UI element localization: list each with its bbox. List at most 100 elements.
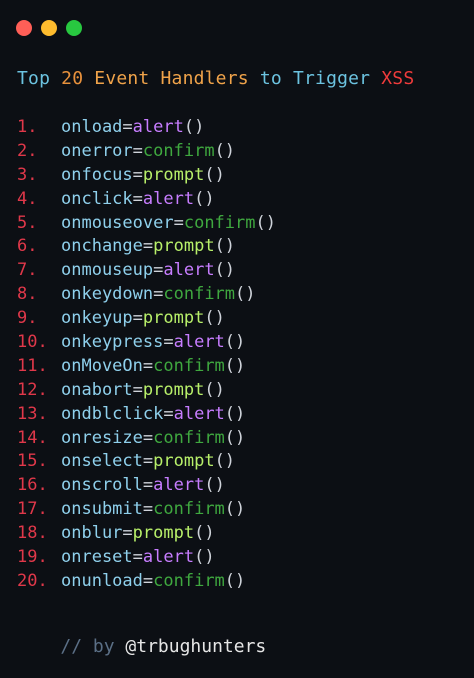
list-item: 9. onkeyup = prompt() — [17, 307, 276, 331]
parentheses: () — [183, 117, 205, 137]
equals-sign: = — [132, 308, 143, 329]
list-item: 8. onkeydown = confirm() — [17, 283, 276, 307]
equals-sign: = — [142, 355, 154, 376]
parentheses: () — [214, 140, 236, 161]
event-handler: onscroll — [61, 475, 143, 496]
function-name: confirm — [163, 284, 236, 305]
list-item: 18. onblur = prompt() — [17, 522, 276, 546]
function-name: prompt — [132, 523, 195, 544]
item-number: 2. — [17, 140, 38, 161]
list-item: 5. onmouseover = confirm() — [17, 212, 276, 236]
parentheses: () — [214, 236, 236, 257]
item-number: 19. — [17, 547, 48, 568]
item-number: 5. — [17, 212, 38, 233]
list-item: 6. onchange = prompt() — [17, 235, 276, 259]
list-item: 12. onabort = prompt() — [17, 379, 276, 403]
item-number: 8. — [17, 284, 38, 305]
event-handler: onfocus — [61, 164, 133, 185]
item-number: 18. — [17, 523, 48, 544]
event-handler: onunload — [61, 570, 143, 591]
item-number: 20. — [17, 570, 48, 591]
item-number: 4. — [17, 188, 38, 209]
equals-sign: = — [132, 140, 143, 161]
list-item: 15. onselect = prompt() — [17, 450, 276, 474]
event-handler: onload — [61, 117, 123, 137]
close-button[interactable] — [16, 20, 32, 36]
function-name: prompt — [142, 379, 205, 400]
item-number: 7. — [17, 260, 38, 281]
event-handler: onselect — [61, 451, 143, 472]
event-handler: onerror — [61, 140, 133, 161]
parentheses: () — [204, 308, 225, 329]
parentheses: () — [204, 379, 225, 400]
function-name: prompt — [153, 236, 215, 257]
equals-sign: = — [132, 379, 143, 400]
function-name: confirm — [153, 427, 225, 448]
event-handler: onblur — [61, 523, 123, 544]
footer-credit: // by @trbughunters — [17, 615, 266, 678]
minimize-button[interactable] — [41, 20, 57, 36]
function-name: confirm — [153, 355, 225, 376]
parentheses: () — [224, 403, 246, 424]
title-part: XSS — [381, 68, 415, 89]
parentheses: () — [194, 523, 215, 544]
parentheses: () — [214, 260, 236, 281]
function-name: prompt — [142, 308, 205, 329]
event-handler: onresize — [61, 427, 143, 448]
equals-sign: = — [142, 475, 154, 496]
function-name: alert — [173, 403, 225, 424]
function-name: prompt — [153, 451, 215, 472]
equals-sign: = — [142, 236, 154, 257]
equals-sign: = — [163, 403, 174, 424]
parentheses: () — [224, 570, 246, 591]
event-handler: onkeyup — [61, 308, 133, 329]
event-handler: onMoveOn — [61, 355, 143, 376]
list-item: 14. onresize = confirm() — [17, 427, 276, 451]
event-handler: onchange — [61, 236, 143, 257]
title-part: to Trigger — [259, 68, 382, 89]
equals-sign: = — [173, 212, 184, 233]
list-item: 3. onfocus = prompt() — [17, 164, 276, 188]
parentheses: () — [224, 355, 246, 376]
item-number: 16. — [17, 475, 48, 496]
parentheses: () — [224, 499, 246, 520]
equals-sign: = — [142, 427, 154, 448]
function-name: confirm — [142, 140, 215, 161]
event-handler: onclick — [61, 188, 133, 209]
equals-sign: = — [142, 499, 154, 520]
list-item: 17. onsubmit = confirm() — [17, 498, 276, 522]
parentheses: () — [204, 164, 225, 185]
equals-sign: = — [132, 164, 143, 185]
function-name: alert — [173, 332, 225, 353]
list-item: 13. ondblclick = alert() — [17, 403, 276, 427]
footer-author: @trbughunters — [125, 636, 267, 657]
function-name: confirm — [153, 499, 225, 520]
event-handler: onsubmit — [61, 499, 143, 520]
item-number: 9. — [17, 308, 38, 329]
equals-sign: = — [153, 260, 164, 281]
item-number: 17. — [17, 499, 48, 520]
event-handler: onmouseup — [61, 260, 154, 281]
parentheses: () — [235, 284, 256, 305]
item-number: 13. — [17, 403, 48, 424]
item-number: 3. — [17, 164, 38, 185]
equals-sign: = — [163, 332, 174, 353]
function-name: alert — [142, 188, 195, 209]
event-handler: onkeypress — [61, 332, 164, 353]
title-part: 20 — [61, 68, 95, 89]
list-item: 2. onerror = confirm() — [17, 140, 276, 164]
function-name: confirm — [183, 212, 256, 233]
list-item: 7. onmouseup = alert() — [17, 259, 276, 283]
parentheses: () — [194, 188, 215, 209]
item-number: 12. — [17, 379, 48, 400]
page-title: Top 20 Event Handlers to Trigger XSS — [17, 68, 414, 89]
zoom-button[interactable] — [66, 20, 82, 36]
equals-sign: = — [122, 117, 133, 137]
equals-sign: = — [142, 451, 154, 472]
handler-list: 1. onload = alert() 2. onerror = confirm() 3. onf… — [17, 116, 276, 594]
code-window: Top 20 Event Handlers to Trigger XSS 1. o… — [0, 0, 474, 663]
footer-comment: // by — [60, 636, 126, 657]
item-number: 15. — [17, 451, 48, 472]
item-number: 6. — [17, 236, 38, 257]
title-part: Event Handlers — [94, 68, 260, 89]
